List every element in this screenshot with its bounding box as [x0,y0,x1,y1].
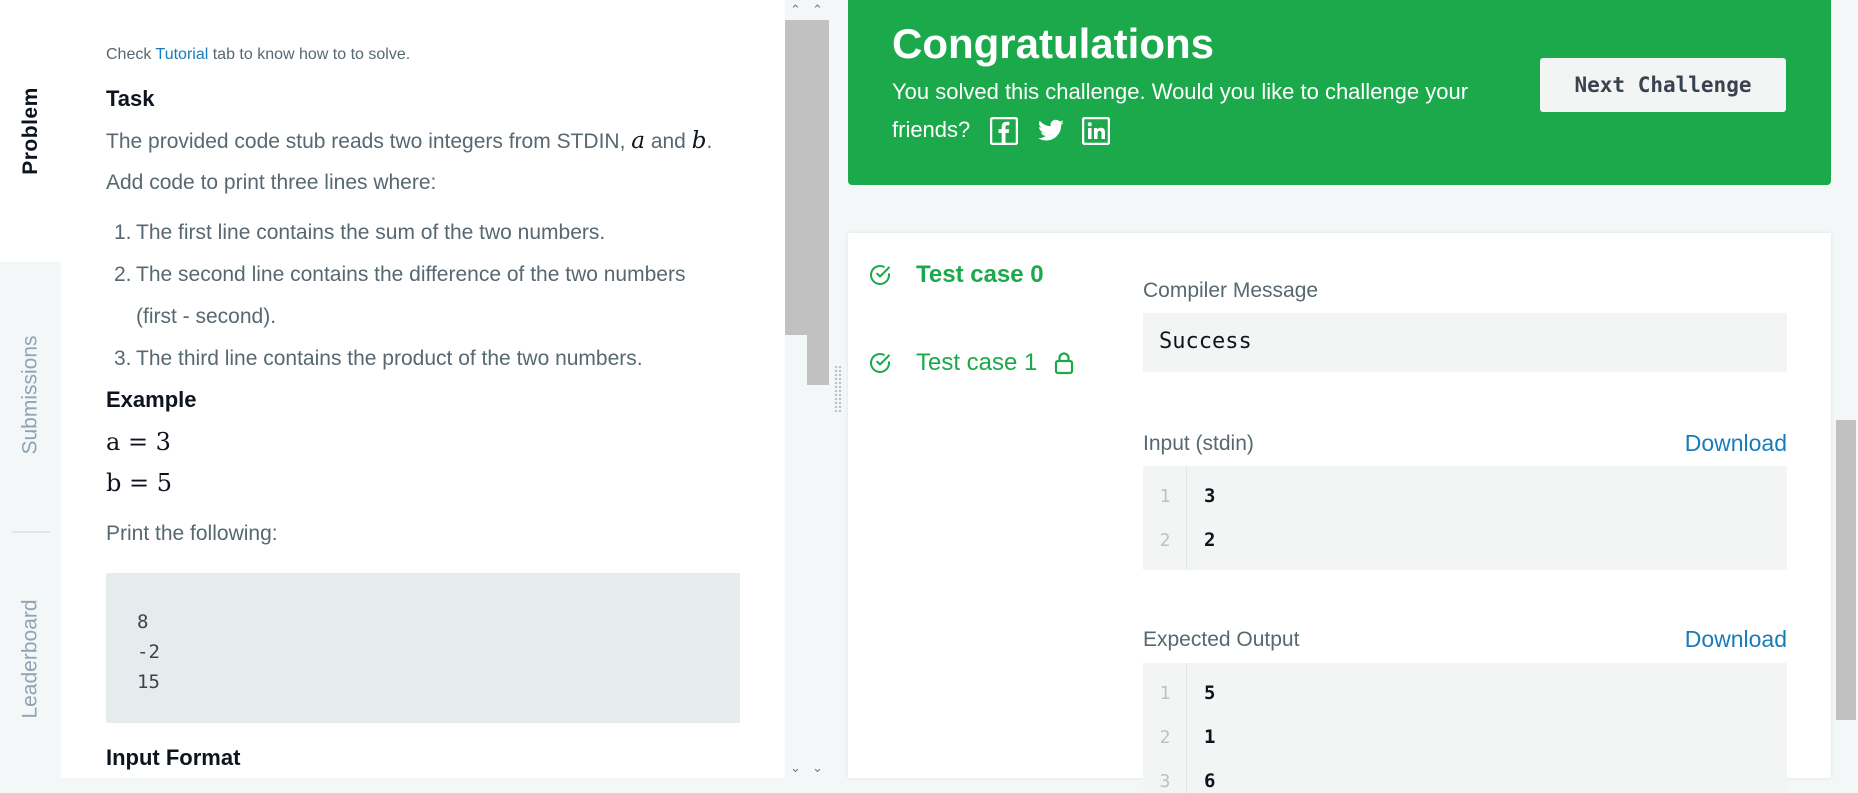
page-scrollbar-thumb[interactable] [1836,420,1856,720]
requirements-list: 1. The first line contains the sum of the… [106,212,746,380]
line-value: 1 [1204,726,1216,748]
problem-panel: Check Tutorial tab to know how to to sol… [61,0,785,778]
list-num: 1. [114,221,132,244]
hint-prefix: Check [106,46,152,63]
line-value: 5 [1204,682,1216,704]
line-number: 1 [1159,485,1171,507]
list-item: 3. The third line contains the product of… [106,338,746,380]
list-num: 3. [114,347,132,370]
line-number: 2 [1159,726,1171,748]
congratulations-banner: Congratulations You solved this challeng… [848,0,1831,185]
test-case-0[interactable]: Test case 0 [868,261,1044,289]
banner-message: You solved this challenge. Would you lik… [892,79,1469,142]
scrollbar-thumb[interactable] [785,20,829,335]
banner-title: Congratulations [892,20,1214,67]
test-case-1[interactable]: Test case 1 [868,349,1075,377]
code-line: 8 [137,611,149,633]
tab-divider [12,531,50,533]
tutorial-link[interactable]: Tutorial [156,46,209,63]
compiler-message-label: Compiler Message [1143,279,1319,302]
task-text-2: Add code to print three lines where: [106,171,437,194]
tab-submissions[interactable]: Submissions [0,270,61,520]
list-text: The first line contains the sum of the t… [136,221,606,244]
list-text: The second line contains the difference … [136,263,686,286]
test-case-label: Test case 1 [916,349,1038,376]
tutorial-hint: Check Tutorial tab to know how to to sol… [106,46,410,64]
scroll-up-arrow-icon[interactable]: ⌃ [812,2,823,18]
line-number: 1 [1159,682,1171,704]
example-b: b = 5 [106,469,172,497]
tab-leaderboard[interactable]: Leaderboard [0,540,61,778]
output-line: 15 [1143,671,1787,715]
tab-leaderboard-label: Leaderboard [18,599,42,719]
lock-icon [1055,352,1074,375]
banner-text: You solved this challenge. Would you lik… [892,73,1482,149]
input-label: Input (stdin) [1143,432,1254,455]
example-output-code: 8 -2 15 [106,573,740,723]
list-num: 2. [114,263,132,286]
scroll-up-arrow-icon[interactable]: ⌃ [790,2,801,18]
scrollbar-thumb-secondary[interactable] [807,335,829,385]
vertical-tabs: Problem Submissions Leaderboard [0,0,61,778]
var-a: a [631,128,645,154]
and-word: and [650,130,686,153]
linkedin-icon[interactable] [1082,116,1111,146]
line-value: 6 [1204,770,1216,792]
scroll-down-arrow-icon[interactable]: ⌄ [790,760,801,776]
next-challenge-button[interactable]: Next Challenge [1540,58,1786,112]
hint-suffix: tab to know how to to solve. [212,46,411,63]
list-item: 1. The first line contains the sum of the… [106,212,746,254]
social-share-icons [990,116,1111,146]
example-heading: Example [106,387,197,412]
tab-problem-label: Problem [18,87,42,175]
task-text: The provided code stub reads two integer… [106,128,713,154]
problem-scrollbar[interactable] [785,0,829,778]
task-text-1: The provided code stub reads two integer… [106,130,626,153]
input-download-link[interactable]: Download [1685,430,1787,457]
expected-output-box: 15 21 36 [1143,663,1787,793]
line-number: 2 [1159,529,1171,551]
output-line: 21 [1143,715,1787,759]
list-text: (first - second). [136,305,277,328]
input-line: 22 [1143,518,1787,562]
output-line: 36 [1143,759,1787,793]
print-following-text: Print the following: [106,522,278,545]
example-a: a = 3 [106,428,171,456]
task-heading: Task [106,86,155,111]
page-scrollbar[interactable] [1834,0,1858,778]
list-text: The third line contains the product of t… [136,347,643,370]
check-circle-icon [870,265,890,285]
input-format-heading: Input Format [106,745,241,770]
compiler-message-box: Success [1143,313,1787,372]
test-case-label: Test case 0 [916,261,1044,288]
expected-output-label: Expected Output [1143,628,1300,651]
tab-problem[interactable]: Problem [0,0,61,262]
check-circle-icon [870,353,890,373]
line-value: 3 [1204,485,1216,507]
expected-output-download-link[interactable]: Download [1685,626,1787,653]
input-box: 13 22 [1143,466,1787,570]
list-item: (first - second). [106,296,746,338]
scroll-down-arrow-icon[interactable]: ⌄ [812,760,823,776]
test-results-panel: Test case 0 Test case 1 Compiler Message… [848,233,1831,793]
line-number: 3 [1159,770,1171,792]
facebook-icon[interactable] [990,116,1019,146]
list-item: 2. The second line contains the differenc… [106,254,746,296]
panel-resize-handle[interactable] [834,365,842,413]
tab-submissions-label: Submissions [18,335,42,455]
code-line: -2 [137,641,160,663]
code-line: 15 [137,671,160,693]
input-line: 13 [1143,474,1787,518]
line-value: 2 [1204,529,1216,551]
var-b: b [691,128,707,154]
twitter-icon[interactable] [1036,117,1065,145]
